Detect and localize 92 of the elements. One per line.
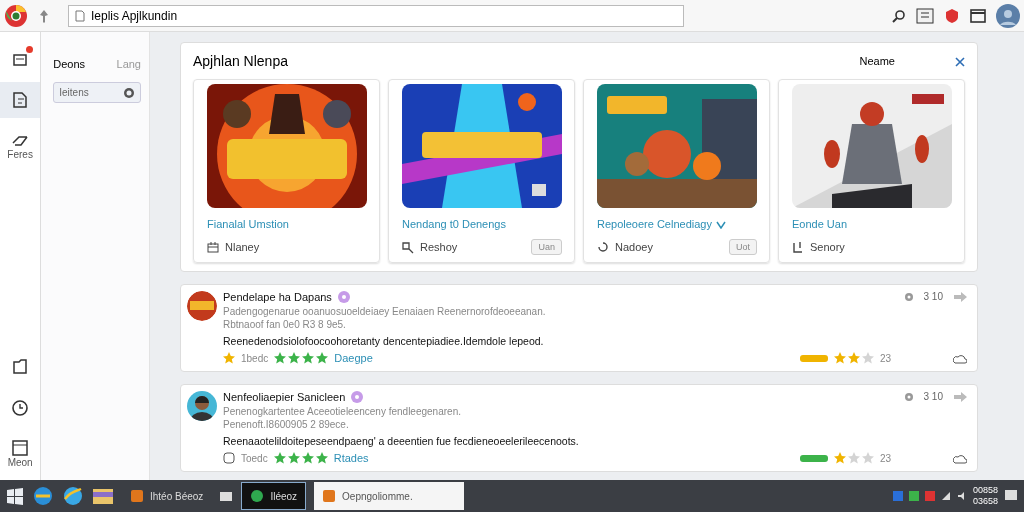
game-title[interactable]: Repoleoere Celnediagy (597, 218, 712, 230)
vote-count: 23 (879, 452, 891, 464)
reviewer-name: Nenfeoliaepier Sanicleen (223, 391, 346, 403)
calendar-icon (11, 438, 30, 457)
review-text: Reenedenodsiolofoocoohoretanty dencentepiadiee.Idemdole lepeod. (223, 335, 545, 347)
game-meta: Reshoy (420, 241, 458, 253)
folder-icon (11, 357, 30, 375)
avatar-icon[interactable] (996, 3, 1020, 28)
section-title: Apjhlan Nlenpa (193, 53, 289, 69)
star-icon (847, 352, 860, 364)
star-icon (847, 452, 860, 464)
search-icon (123, 86, 135, 99)
address-field[interactable]: Ieplis Apjlkundin (68, 4, 684, 27)
app-icon (130, 489, 144, 503)
game-card[interactable]: Repoleoere Celnediagy Nadoey Uot (583, 79, 770, 263)
pin-icon[interactable] (38, 8, 50, 23)
network-icon[interactable] (940, 491, 951, 501)
page-icon (75, 9, 85, 22)
browser-logo-icon[interactable] (4, 3, 28, 28)
rail-item[interactable] (0, 82, 41, 118)
meta-icon (792, 240, 804, 254)
document-icon (11, 91, 30, 109)
shield-icon[interactable] (944, 7, 960, 24)
badge-icon (351, 391, 364, 403)
panel-title: Deons (53, 58, 86, 70)
vote-count: 23 (879, 352, 891, 364)
search-icon[interactable] (892, 8, 906, 23)
rating-count: 3 10 (923, 291, 943, 302)
windows-start-icon[interactable] (6, 487, 24, 505)
game-title[interactable]: Fianalal Umstion (207, 218, 289, 230)
gear-icon (903, 391, 914, 402)
star-icon (223, 352, 235, 364)
search-field[interactable]: Ieitens (53, 82, 141, 103)
cloud-icon[interactable] (953, 353, 967, 365)
game-title[interactable]: Eonde Uan (792, 218, 848, 230)
meta-icon (402, 240, 414, 254)
clock-text: 00858 (972, 485, 998, 496)
star-icon (316, 352, 329, 364)
clock-text: 03658 (972, 496, 998, 507)
reviewer-name: Pendelape ha Dapans (223, 291, 332, 303)
cloud-icon[interactable] (953, 453, 967, 465)
sort-label[interactable]: Neame (859, 55, 895, 67)
tray-icon[interactable] (908, 491, 919, 501)
taskbar-button[interactable]: Ihtéo Béeoz (122, 482, 212, 510)
gear-icon (903, 291, 914, 302)
game-meta: Nadoey (615, 241, 653, 253)
review-subtitle: Penenogkartentee Aceeotieleenceny fendleegenaren. (223, 406, 462, 417)
meta-icon (207, 240, 219, 254)
star-icon (274, 352, 287, 364)
star-icon (287, 452, 300, 464)
notification-icon[interactable] (1004, 489, 1018, 503)
notification-dot (26, 46, 33, 53)
rating-count: 3 10 (923, 391, 943, 402)
star-icon (833, 452, 846, 464)
star-icon (833, 352, 846, 364)
badge-icon (337, 291, 350, 303)
game-card[interactable]: Fianalal Umstion Nlaney (193, 79, 380, 263)
review-tag: 1bedc (241, 352, 269, 364)
reader-icon[interactable] (916, 7, 934, 24)
address-text: Ieplis Apjlkundin (91, 8, 178, 23)
clock-icon (11, 399, 30, 417)
review-text: Reenaaotelildoitepeseendpaeng' a deeentien fue fecdieneoeelerileecenoots. (223, 435, 580, 447)
volume-icon[interactable] (956, 491, 967, 501)
game-meta: Senory (810, 241, 845, 253)
rail-item[interactable]: Feres (0, 124, 41, 166)
review-subtitle: Padengogenarue ooanuosuoeldeiaey Eenaiaen Reenernorofdeoeeanan. (223, 306, 547, 317)
star-icon (302, 352, 315, 364)
avatar-icon (187, 391, 217, 421)
taskbar-button[interactable]: Iléeoz (241, 482, 307, 510)
star-icon (273, 452, 286, 464)
review-tag: Toedc (241, 452, 268, 464)
game-meta: Nlaney (225, 241, 260, 253)
review-link[interactable]: Daegpe (334, 352, 373, 364)
star-icon (301, 452, 314, 464)
game-card[interactable]: Nendang t0 Denengs Reshoy Uan (388, 79, 575, 263)
game-card[interactable]: Eonde Uan Senory (778, 79, 965, 263)
star-icon (861, 452, 874, 464)
star-icon (288, 352, 301, 364)
avatar-icon (187, 291, 217, 321)
meta-icon (597, 240, 609, 254)
star-icon (315, 452, 328, 464)
review-meta: Rbtnaoof fan 0e0 R3 8 9e5. (223, 319, 347, 330)
rail-item[interactable]: Meon (0, 432, 41, 474)
app-icon (322, 489, 337, 503)
star-icon (861, 352, 874, 364)
tray-app-icon[interactable] (219, 490, 234, 502)
review-link[interactable]: Rtades (333, 452, 369, 464)
game-title[interactable]: Nendang t0 Denengs (402, 218, 506, 230)
folder-icon[interactable] (92, 486, 114, 506)
taskbar-button[interactable]: Oepngoliomme. (314, 482, 465, 510)
review-meta: Penenoft.I8600905 2 89ece. (223, 419, 350, 430)
window-icon[interactable] (970, 8, 986, 23)
